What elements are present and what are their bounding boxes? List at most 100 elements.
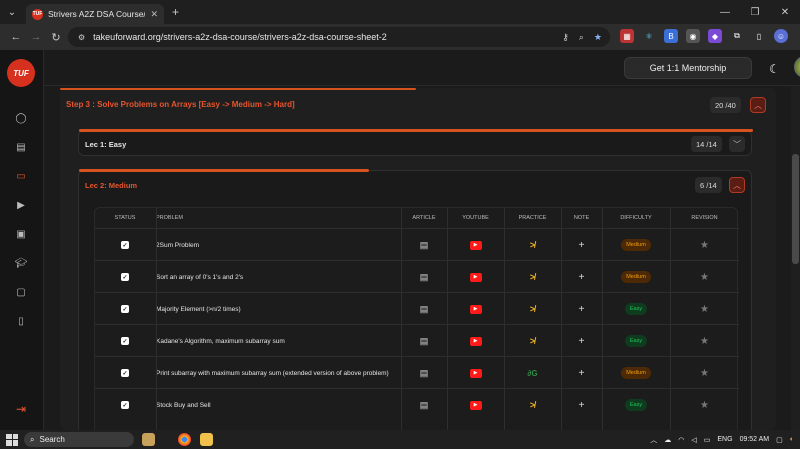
sheet-nav-icon[interactable]: ▭ (14, 169, 28, 183)
codingninjas-icon[interactable]: ≯ (530, 272, 535, 282)
sidepanel-icon[interactable]: ▯ (752, 29, 766, 43)
tab-search-icon[interactable]: ⌄ (4, 4, 20, 20)
problem-name[interactable]: 2Sum Problem (156, 229, 401, 261)
youtube-icon[interactable]: ▶ (469, 272, 482, 282)
logout-icon[interactable]: ⇥ (14, 402, 28, 416)
status-checkbox[interactable]: ✓ (121, 241, 129, 249)
bookmark-nav-icon[interactable]: ▯ (14, 314, 28, 328)
reload-icon[interactable]: ↻ (46, 31, 66, 44)
back-icon[interactable]: ← (6, 31, 26, 43)
video-nav-icon[interactable]: ▣ (14, 227, 28, 241)
status-checkbox[interactable]: ✓ (121, 401, 129, 409)
explorer-taskbar-icon[interactable] (200, 433, 213, 446)
extension-purple-icon[interactable]: ◆ (708, 29, 722, 43)
youtube-icon[interactable]: ▶ (469, 240, 482, 250)
lec2-collapse-button[interactable]: ︿ (729, 177, 745, 193)
mentorship-button[interactable]: Get 1:1 Mentorship (624, 57, 752, 79)
profile-nav-icon[interactable]: ◯ (14, 111, 28, 125)
tray-chevron-icon[interactable]: ︿ (650, 435, 657, 445)
tuf-logo[interactable]: TUF (7, 59, 35, 87)
site-info-icon[interactable]: ⚙ (78, 33, 85, 42)
windows-start-icon[interactable] (6, 433, 18, 446)
codingninjas-icon[interactable]: ≯ (530, 240, 535, 250)
restore-icon[interactable]: ❐ (740, 7, 770, 18)
lec2-title[interactable]: Lec 2: Medium (85, 181, 137, 190)
codingninjas-icon[interactable]: ≯ (530, 400, 535, 410)
taskbar-search[interactable]: ⌕ Search (24, 432, 134, 447)
wifi-icon[interactable]: ◠ (678, 436, 684, 444)
status-checkbox[interactable]: ✓ (121, 273, 129, 281)
zoom-icon[interactable]: ⌕ (579, 32, 584, 43)
codingninjas-icon[interactable]: ≯ (530, 336, 535, 346)
graduation-nav-icon[interactable]: 🎓︎ (14, 256, 28, 270)
extension-bold-icon[interactable]: B (664, 29, 678, 43)
extensions-puzzle-icon[interactable]: ⧉ (730, 29, 744, 43)
weather-widget-icon[interactable] (142, 433, 155, 446)
add-note-icon[interactable]: + (579, 240, 585, 251)
chrome-taskbar-icon[interactable] (178, 433, 191, 446)
url-field[interactable]: ⚙ takeuforward.org/strivers-a2z-dsa-cour… (68, 27, 610, 47)
forward-icon[interactable]: → (26, 31, 46, 43)
youtube-icon[interactable]: ▶ (469, 368, 482, 378)
article-icon[interactable]: ▤ (420, 272, 429, 283)
extension-camera-icon[interactable]: ◉ (686, 29, 700, 43)
browser-tab[interactable]: TUF Strivers A2Z DSA Course/Sheet ✕ (26, 4, 164, 24)
battery-icon[interactable]: ▭ (704, 436, 711, 444)
step-collapse-button[interactable]: ︿ (750, 97, 766, 113)
revision-star-icon[interactable]: ★ (700, 400, 709, 411)
add-note-icon[interactable]: + (579, 272, 585, 283)
cloud-icon[interactable]: ☁ (664, 436, 671, 444)
youtube-icon[interactable]: ▶ (469, 400, 482, 410)
problem-name[interactable]: Kadane's Algorithm, maximum subarray sum (156, 325, 401, 357)
article-icon[interactable]: ▤ (420, 240, 429, 251)
avatar[interactable] (794, 56, 800, 78)
article-icon[interactable]: ▤ (420, 400, 429, 411)
problem-name[interactable]: Sort an array of 0's 1's and 2's (156, 261, 401, 293)
problem-name[interactable]: Stock Buy and Sell (156, 389, 401, 421)
scrollbar-thumb[interactable] (792, 154, 799, 264)
clock[interactable]: 09:52 AM (740, 436, 770, 443)
revision-star-icon[interactable]: ★ (700, 304, 709, 315)
codingninjas-icon[interactable]: ≯ (530, 304, 535, 314)
document-nav-icon[interactable]: ▢ (14, 285, 28, 299)
add-note-icon[interactable]: + (579, 336, 585, 347)
youtube-icon[interactable]: ▶ (469, 336, 482, 346)
geeksforgeeks-icon[interactable]: ∂G (527, 369, 537, 378)
color-icon[interactable]: ◐ (790, 436, 794, 443)
article-icon[interactable]: ▤ (420, 368, 429, 379)
status-checkbox[interactable]: ✓ (121, 337, 129, 345)
status-checkbox[interactable]: ✓ (121, 305, 129, 313)
close-window-icon[interactable]: ✕ (770, 7, 800, 18)
add-note-icon[interactable]: + (579, 304, 585, 315)
profile-icon[interactable]: ☺ (774, 29, 788, 43)
notification-icon[interactable]: ▢ (776, 436, 783, 444)
problem-name[interactable]: Print subarray with maximum subarray sum… (156, 357, 401, 389)
problem-name[interactable]: Majority Element (>n/2 times) (156, 293, 401, 325)
tab-close-icon[interactable]: ✕ (150, 9, 158, 20)
language-indicator[interactable]: ENG (717, 436, 732, 443)
revision-star-icon[interactable]: ★ (700, 240, 709, 251)
lec1-expand-button[interactable]: ﹀ (729, 136, 745, 152)
new-tab-icon[interactable]: + (172, 5, 179, 19)
password-key-icon[interactable]: ⚷ (562, 32, 569, 43)
revision-star-icon[interactable]: ★ (700, 336, 709, 347)
status-checkbox[interactable]: ✓ (121, 369, 129, 377)
step-title[interactable]: Step 3 : Solve Problems on Arrays [Easy … (66, 100, 295, 109)
article-icon[interactable]: ▤ (420, 304, 429, 315)
book-nav-icon[interactable]: ▤ (14, 140, 28, 154)
revision-star-icon[interactable]: ★ (700, 272, 709, 283)
browser-menu-icon[interactable]: ⋮ (796, 29, 800, 43)
volume-icon[interactable]: ◁ (691, 436, 696, 444)
extension-calendar-icon[interactable]: ▦ (620, 29, 634, 43)
add-note-icon[interactable]: + (579, 400, 585, 411)
extension-react-icon[interactable]: ⚛ (642, 29, 656, 43)
add-note-icon[interactable]: + (579, 368, 585, 379)
youtube-icon[interactable]: ▶ (469, 304, 482, 314)
minimize-icon[interactable]: — (710, 7, 740, 18)
page-scrollbar[interactable] (791, 86, 800, 430)
bookmark-star-icon[interactable]: ★ (594, 32, 602, 43)
lec1-title[interactable]: Lec 1: Easy (85, 140, 126, 149)
revision-star-icon[interactable]: ★ (700, 368, 709, 379)
theme-toggle-icon[interactable]: ☾ (769, 62, 780, 76)
play-nav-icon[interactable]: ▶ (14, 198, 28, 212)
